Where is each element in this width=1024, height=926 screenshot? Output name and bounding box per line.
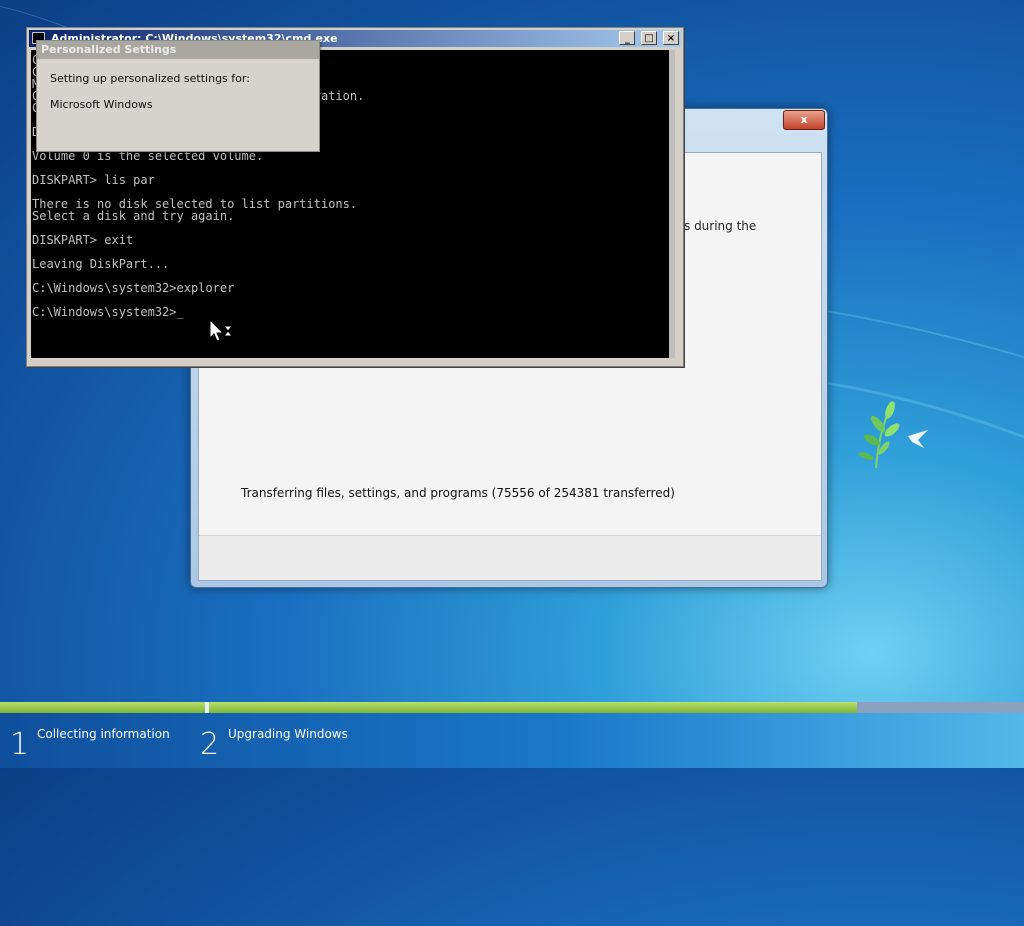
minimize-button[interactable]: _	[619, 31, 636, 45]
step-number-1: 1	[10, 727, 30, 762]
busy-arrow-cursor-icon	[209, 318, 234, 342]
cmd-window-buttons: _ □ ×	[617, 31, 679, 46]
console-line: Leaving DiskPart...	[32, 257, 170, 271]
close-button[interactable]: ×	[663, 31, 679, 45]
maximize-button[interactable]: □	[641, 31, 658, 45]
bird-leaves-logo-icon	[858, 401, 928, 469]
console-line: C:\Windows\system32>_	[32, 305, 184, 319]
step-number-2: 2	[200, 727, 220, 762]
console-line: Select a disk and try again.	[32, 209, 235, 223]
console-line: DISKPART> exit	[32, 233, 134, 247]
ps-dialog-line2: Microsoft Windows	[50, 98, 153, 111]
console-line: DISKPART> lis par	[32, 173, 155, 187]
setup-partial-text: s during the	[684, 219, 757, 233]
personalized-settings-dialog: Personalized Settings Setting up persona…	[36, 40, 320, 152]
setup-progress-text: Transferring files, settings, and progra…	[241, 486, 675, 500]
setup-close-button[interactable]: x	[783, 110, 825, 130]
step-label-upgrading: Upgrading Windows	[228, 727, 348, 741]
ps-dialog-line1: Setting up personalized settings for:	[50, 72, 250, 85]
setup-footer	[199, 535, 821, 580]
setup-steps-band: 1 Collecting information 2 Upgrading Win…	[0, 713, 1024, 768]
console-line: C:\Windows\system32>explorer	[32, 281, 235, 295]
cmd-scrollbar[interactable]	[669, 50, 675, 358]
progress-segment-upgrading	[209, 702, 857, 713]
overall-progress-bar	[0, 702, 1024, 713]
ps-dialog-title: Personalized Settings	[37, 41, 319, 59]
progress-segment-collecting	[0, 702, 205, 713]
step-label-collecting: Collecting information	[37, 727, 170, 741]
